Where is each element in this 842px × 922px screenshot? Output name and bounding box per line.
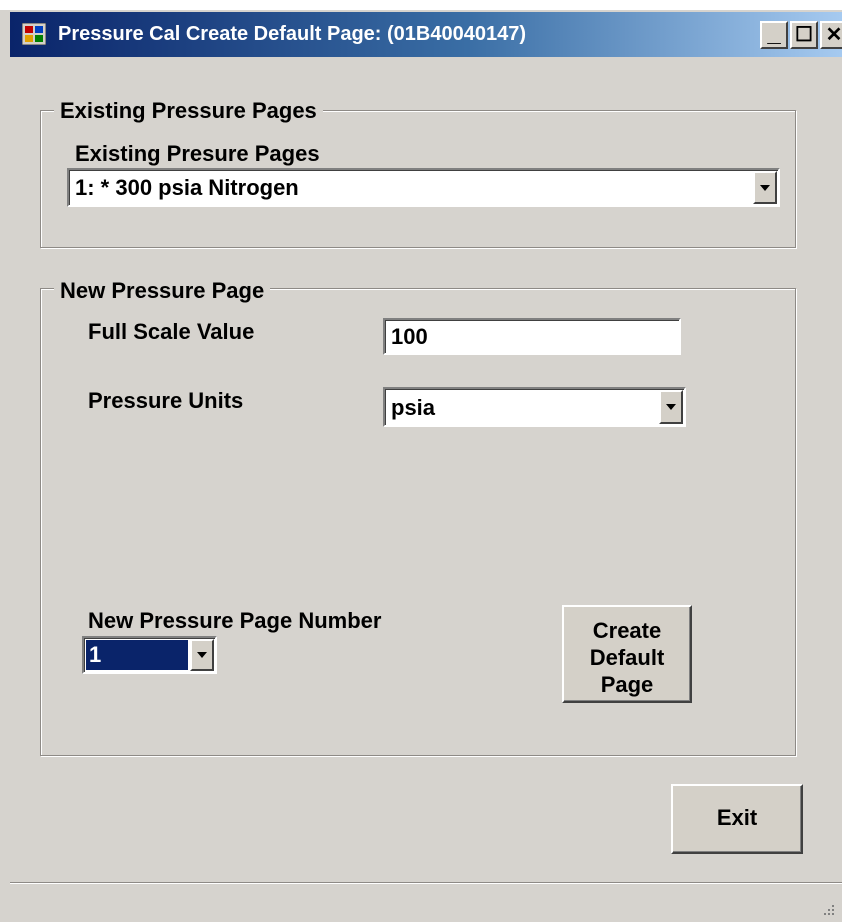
existing-pages-dropdown-button[interactable] [753,171,777,204]
minimize-icon: _ [767,20,781,47]
create-button-line2: Default [589,645,665,670]
minimize-button[interactable]: _ [760,21,788,49]
full-scale-value: 100 [391,324,428,349]
page-number-selection [86,640,188,670]
maximize-button[interactable]: ☐ [790,21,818,49]
existing-pages-legend: Existing Pressure Pages [54,98,323,124]
page-number-dropdown-button[interactable] [190,639,214,671]
maximize-icon: ☐ [795,24,813,46]
window-title: Pressure Cal Create Default Page: (01B40… [58,23,527,45]
exit-button[interactable]: Exit [671,784,803,854]
page-number-value: 1 [89,642,102,667]
chevron-down-icon [197,652,207,658]
page-number-label: New Pressure Page Number [88,608,382,633]
create-button-line1: Create [592,618,662,643]
pressure-units-label: Pressure Units [88,388,244,413]
chevron-down-icon [760,184,770,191]
exit-button-label: Exit [716,805,758,830]
existing-pages-combo[interactable]: 1: * 300 psia Nitrogen [67,168,780,207]
page-number-combo[interactable]: 1 [82,636,217,674]
status-bar [10,882,842,922]
close-button[interactable]: ✕ [820,21,842,49]
pressure-units-value: psia [391,395,436,420]
pressure-units-combo[interactable]: psia [383,387,686,427]
top-border [0,0,842,10]
new-page-legend: New Pressure Page [54,278,271,304]
chevron-down-icon [666,404,676,410]
existing-pages-value: 1: * 300 psia Nitrogen [75,175,299,200]
pressure-units-dropdown-button[interactable] [659,390,683,424]
title-bar[interactable]: Pressure Cal Create Default Page: (01B40… [10,12,842,57]
full-scale-label: Full Scale Value [88,319,255,344]
create-button-line3: Page [600,672,654,697]
resize-grip-icon[interactable] [822,903,836,917]
app-icon [22,23,46,45]
full-scale-input[interactable]: 100 [383,318,681,355]
dialog-window: Pressure Cal Create Default Page: (01B40… [0,0,842,922]
existing-pages-label: Existing Presure Pages [75,141,320,166]
create-default-page-button[interactable]: Create Default Page [562,605,692,703]
close-icon: ✕ [825,24,842,46]
